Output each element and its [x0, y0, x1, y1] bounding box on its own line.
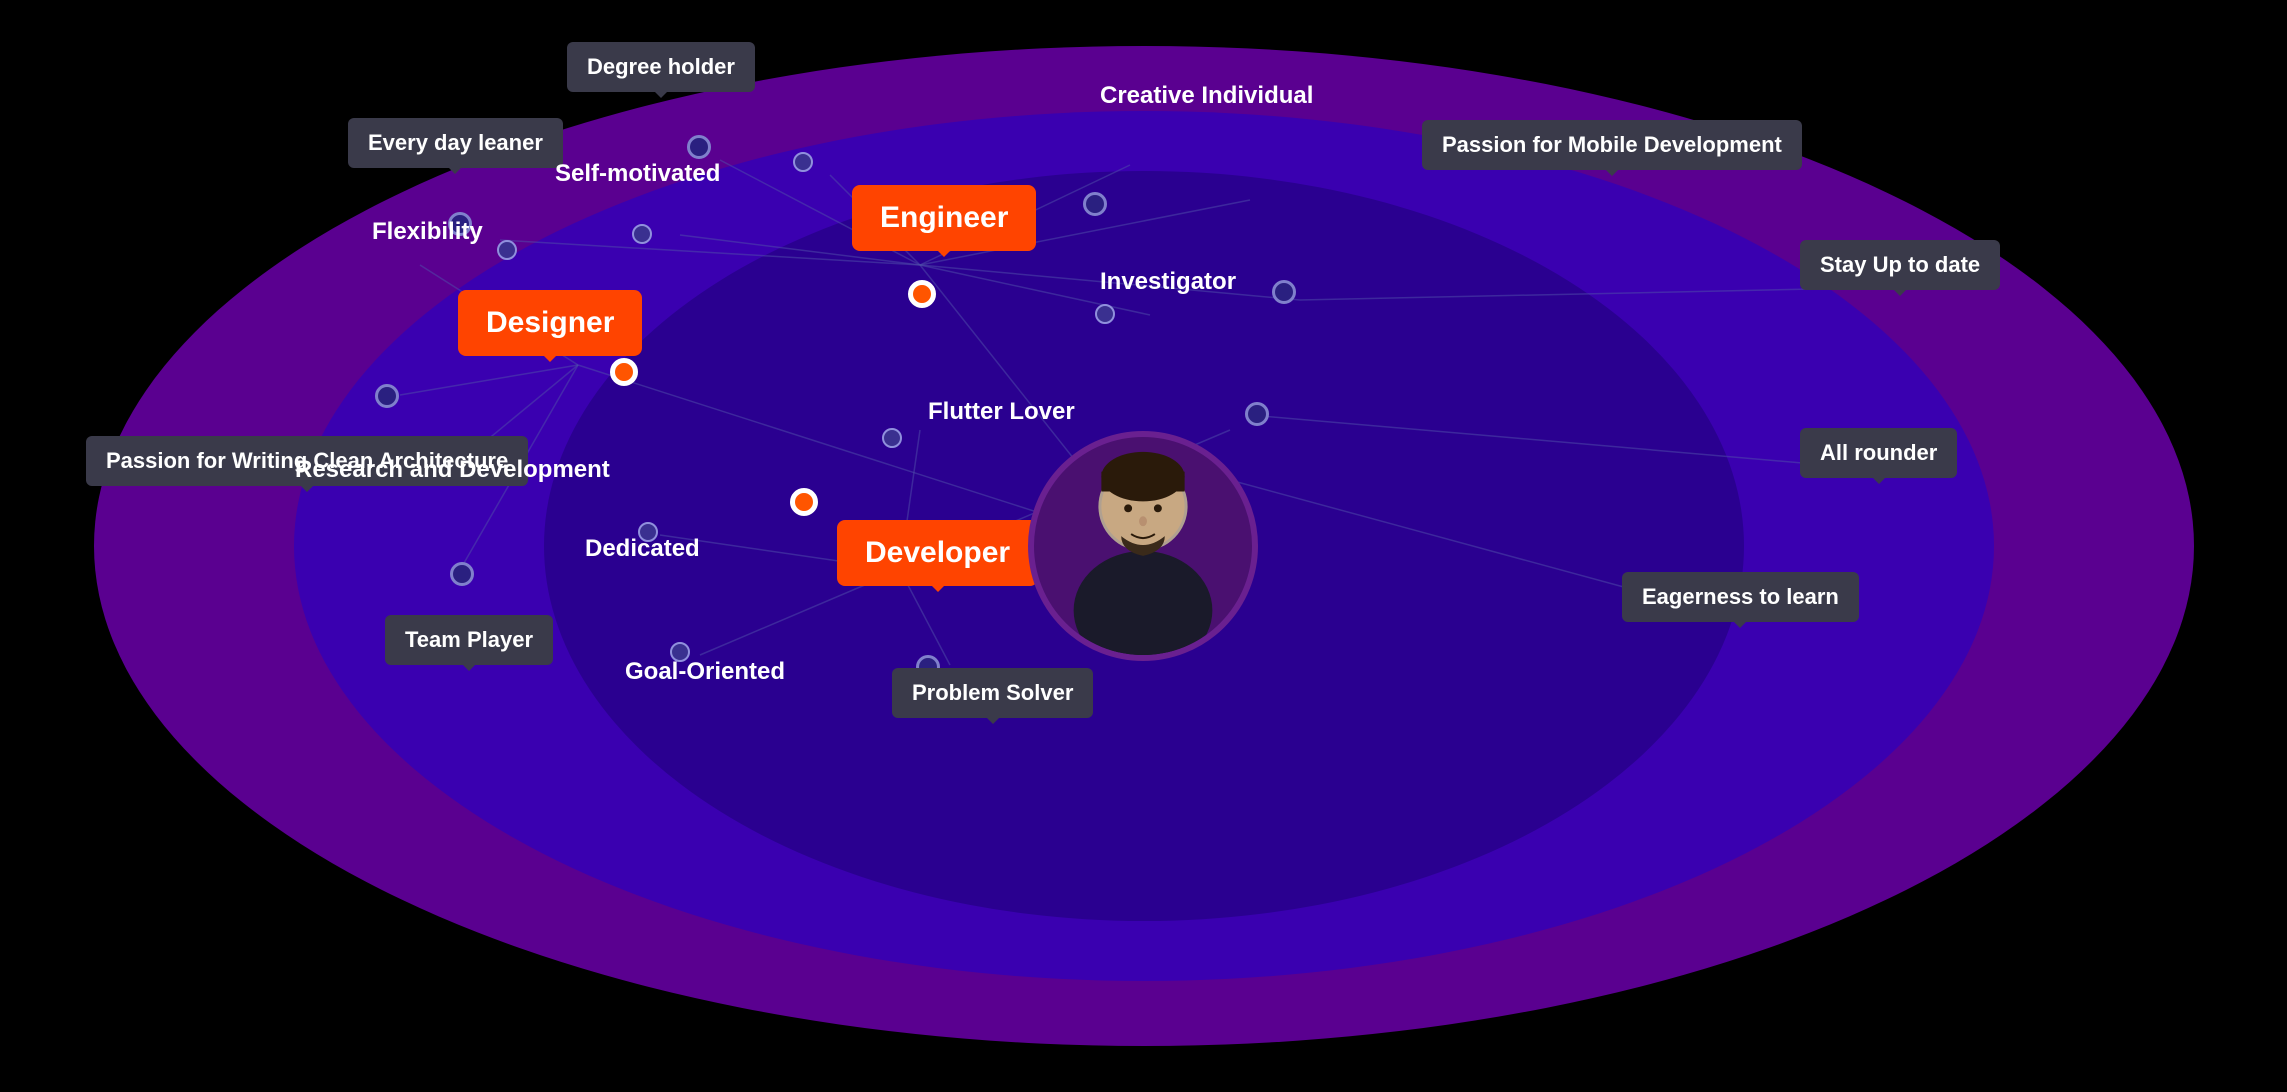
passion-mobile-label: Passion for Mobile Development: [1422, 120, 1802, 170]
creative-individual-label: Creative Individual: [1100, 82, 1313, 110]
passion-mobile-dot: [1083, 192, 1107, 216]
designer-label: Designer: [458, 290, 642, 356]
flutter-lover-label: Flutter Lover: [928, 398, 1075, 426]
flexibility-label: Flexibility: [372, 218, 483, 246]
all-rounder-dot: [1245, 402, 1269, 426]
degree-holder-dot: [687, 135, 711, 159]
engineer-label: Engineer: [852, 185, 1036, 251]
engineer-dot: [908, 280, 936, 308]
team-player-label: Team Player: [385, 615, 553, 665]
designer-dot: [610, 358, 638, 386]
self-motivated-label: Self-motivated: [555, 160, 720, 188]
creative-individual-dot: [793, 152, 813, 172]
stay-up-to-date-dot: [1272, 280, 1296, 304]
flexibility-dot: [497, 240, 517, 260]
stay-up-to-date-label: Stay Up to date: [1800, 240, 2000, 290]
investigator-dot: [1095, 304, 1115, 324]
every-day-leaner-label: Every day leaner: [348, 118, 563, 168]
team-player-dot: [450, 562, 474, 586]
dedicated-label: Dedicated: [585, 535, 700, 563]
flutter-lover-dot: [882, 428, 902, 448]
research-dev-label: Research and Development: [295, 456, 610, 484]
all-rounder-label: All rounder: [1800, 428, 1957, 478]
problem-solver-label: Problem Solver: [892, 668, 1093, 718]
goal-oriented-label: Goal-Oriented: [625, 658, 785, 686]
passion-writing-dot: [375, 384, 399, 408]
investigator-label: Investigator: [1100, 268, 1236, 296]
eagerness-to-learn-label: Eagerness to learn: [1622, 572, 1859, 622]
self-motivated-dot: [632, 224, 652, 244]
degree-holder-label: Degree holder: [567, 42, 755, 92]
avatar: [1028, 431, 1258, 661]
developer-dot: [790, 488, 818, 516]
developer-label: Developer: [837, 520, 1038, 586]
